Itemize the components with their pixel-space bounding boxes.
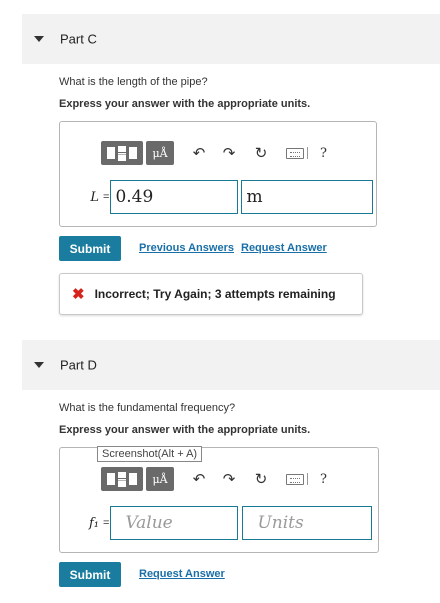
units-input[interactable]: m bbox=[241, 180, 374, 214]
part-c-input-row: L = 0.49 m bbox=[71, 180, 374, 214]
part-c-request-answer-link[interactable]: Request Answer bbox=[241, 242, 327, 254]
part-d-header[interactable]: Part D bbox=[22, 340, 440, 390]
keyboard-icon[interactable] bbox=[286, 147, 304, 159]
part-d-title: Part D bbox=[60, 357, 97, 373]
units-button-label: μÅ bbox=[152, 472, 168, 486]
toolbar-divider bbox=[307, 147, 308, 159]
redo-icon[interactable]: ↷ bbox=[220, 144, 238, 162]
units-button[interactable]: μÅ bbox=[146, 141, 174, 165]
part-c-instruction: Express your answer with the appropriate… bbox=[59, 98, 311, 110]
reset-icon[interactable]: ↻ bbox=[252, 144, 270, 162]
part-c-header[interactable]: Part C bbox=[22, 14, 440, 64]
units-button[interactable]: μÅ bbox=[146, 467, 174, 491]
part-d-toolbar: μÅ ↶ ↷ ↻ ? bbox=[101, 466, 327, 492]
part-d-answer-box: μÅ ↶ ↷ ↻ ? f₁ = Value Units bbox=[59, 447, 379, 553]
chevron-down-icon bbox=[34, 362, 44, 368]
value-input[interactable]: Value bbox=[110, 506, 239, 540]
keyboard-icon[interactable] bbox=[286, 473, 304, 485]
undo-icon[interactable]: ↶ bbox=[190, 144, 208, 162]
part-c-question: What is the length of the pipe? bbox=[59, 76, 208, 88]
toolbar-divider bbox=[307, 473, 308, 485]
part-d-input-row: f₁ = Value Units bbox=[71, 506, 373, 540]
undo-icon[interactable]: ↶ bbox=[190, 470, 208, 488]
reset-icon[interactable]: ↻ bbox=[252, 470, 270, 488]
units-input[interactable]: Units bbox=[242, 506, 373, 540]
variable-label: L bbox=[90, 189, 99, 205]
incorrect-icon: ✖ bbox=[72, 286, 85, 303]
templates-icon bbox=[107, 146, 137, 161]
part-d-submit-button[interactable]: Submit bbox=[59, 562, 121, 587]
part-d-request-answer-link[interactable]: Request Answer bbox=[139, 568, 225, 580]
help-button[interactable]: ? bbox=[320, 472, 327, 487]
feedback-box: ✖ Incorrect; Try Again; 3 attempts remai… bbox=[59, 273, 363, 315]
units-button-label: μÅ bbox=[152, 146, 168, 160]
previous-answers-link[interactable]: Previous Answers bbox=[139, 242, 234, 254]
fraction-template-button[interactable] bbox=[101, 467, 143, 491]
fraction-template-button[interactable] bbox=[101, 141, 143, 165]
screenshot-tooltip: Screenshot(Alt + A) bbox=[97, 446, 203, 462]
part-c-title: Part C bbox=[60, 31, 97, 47]
part-d-question: What is the fundamental frequency? bbox=[59, 402, 236, 414]
equals-sign: = bbox=[103, 191, 110, 203]
variable-label: f₁ bbox=[88, 515, 99, 531]
chevron-down-icon bbox=[34, 36, 44, 42]
part-c-answer-box: μÅ ↶ ↷ ↻ ? L = 0.49 m bbox=[59, 121, 377, 227]
equals-sign: = bbox=[103, 517, 110, 529]
part-d-instruction: Express your answer with the appropriate… bbox=[59, 424, 311, 436]
help-button[interactable]: ? bbox=[320, 146, 327, 161]
redo-icon[interactable]: ↷ bbox=[220, 470, 238, 488]
part-c-submit-button[interactable]: Submit bbox=[59, 236, 121, 261]
feedback-text: Incorrect; Try Again; 3 attempts remaini… bbox=[94, 287, 336, 301]
part-c-toolbar: μÅ ↶ ↷ ↻ ? bbox=[101, 140, 327, 166]
templates-icon bbox=[107, 472, 137, 487]
value-input[interactable]: 0.49 bbox=[110, 180, 239, 214]
